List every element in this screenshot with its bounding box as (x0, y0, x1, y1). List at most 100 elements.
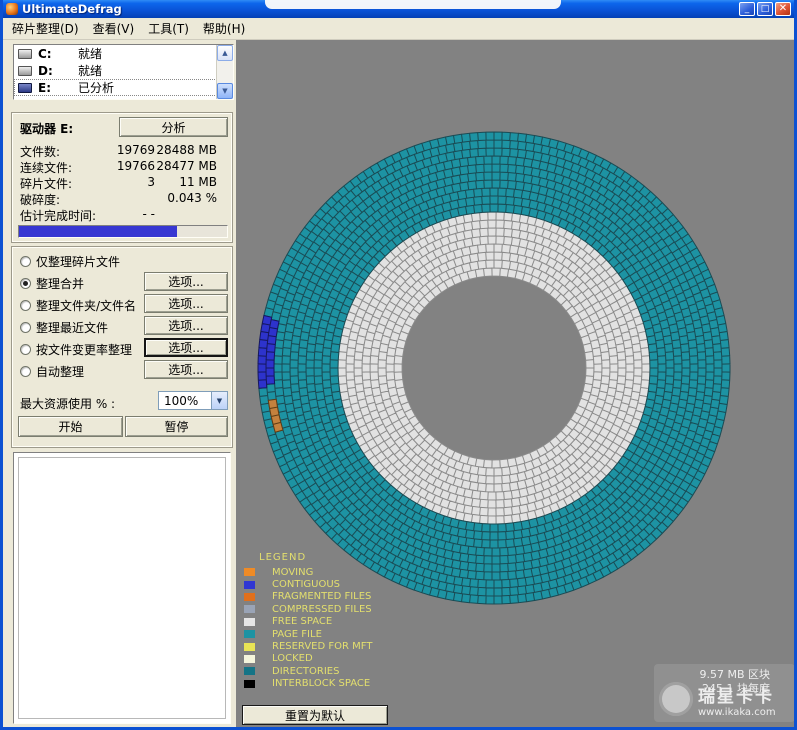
radio-icon[interactable] (20, 344, 31, 355)
blocks-per-degree-text: 245.1 块每度 (699, 682, 770, 696)
stat-count: - - (102, 207, 155, 221)
analyze-button[interactable]: 分析 (119, 117, 228, 137)
legend-swatch-moving (244, 568, 255, 576)
legend-title: LEGEND (259, 552, 372, 563)
legend-swatch-contiguous (244, 581, 255, 589)
stat-size: 0.043 % (155, 191, 217, 205)
arrow-down-icon: ▼ (222, 87, 227, 95)
legend-item-page-file: PAGE FILE (244, 628, 372, 640)
stat-row-files: 文件数: 19769 28488 MB (20, 143, 224, 158)
legend-swatch-free-space (244, 618, 255, 626)
log-listbox[interactable] (13, 452, 231, 724)
legend-item-mft: RESERVED FOR MFT (244, 640, 372, 652)
radio-label: 整理文件夹/文件名 (36, 297, 136, 314)
legend-swatch-directories (244, 667, 255, 675)
close-button[interactable]: ✕ (775, 2, 791, 16)
menu-item-defrag[interactable]: 碎片整理(D) (5, 17, 86, 40)
disk-view-panel: LEGEND MOVING CONTIGUOUS FRAGMENTED FILE… (236, 40, 794, 727)
pause-button[interactable]: 暂停 (125, 416, 228, 437)
radio-icon[interactable] (20, 322, 31, 333)
legend-label: PAGE FILE (272, 629, 322, 640)
drive-letter: D: (38, 64, 72, 78)
app-icon (6, 3, 18, 15)
drive-icon (18, 49, 32, 59)
legend-item-fragmented: FRAGMENTED FILES (244, 591, 372, 603)
window-title: UltimateDefrag (22, 2, 122, 16)
radio-label: 整理合并 (36, 275, 84, 292)
radio-volatility[interactable]: 按文件变更率整理 (20, 341, 132, 357)
minimize-icon: _ (745, 5, 750, 14)
menu-item-view[interactable]: 查看(V) (86, 17, 142, 40)
drive-list[interactable]: C: 就绪 D: 就绪 E: 已分析 ▲ ▼ (13, 44, 234, 100)
stat-label: 估计完成时间: (20, 207, 96, 224)
legend-item-locked: LOCKED (244, 653, 372, 665)
window-controls: _ □ ✕ (739, 2, 791, 16)
radio-label: 仅整理碎片文件 (36, 253, 120, 270)
stat-label: 连续文件: (20, 159, 72, 176)
dropdown-arrow-icon[interactable]: ▼ (211, 392, 227, 409)
maximize-button[interactable]: □ (757, 2, 773, 16)
radio-auto[interactable]: 自动整理 (20, 363, 84, 379)
legend-item-directories: DIRECTORIES (244, 665, 372, 677)
legend-label: LOCKED (272, 653, 313, 664)
radio-fragmented-only[interactable]: 仅整理碎片文件 (20, 253, 120, 269)
stat-count: 3 (102, 175, 155, 189)
options-button-consolidate[interactable]: 选项... (144, 272, 228, 291)
drive-icon (18, 83, 32, 93)
legend-swatch-compressed (244, 605, 255, 613)
radio-folder-filename[interactable]: 整理文件夹/文件名 (20, 297, 136, 313)
legend-swatch-interblock (244, 680, 255, 688)
stat-label: 文件数: (20, 143, 60, 160)
titlebar: UltimateDefrag _ □ ✕ (3, 0, 794, 18)
watermark-logo-icon (659, 682, 693, 716)
radio-recency[interactable]: 整理最近文件 (20, 319, 108, 335)
menu-item-help[interactable]: 帮助(H) (196, 17, 252, 40)
legend-label: FREE SPACE (272, 616, 332, 627)
drive-status: 就绪 (78, 62, 102, 79)
reset-default-button[interactable]: 重置为默认 (242, 705, 388, 725)
options-button-recency[interactable]: 选项... (144, 316, 228, 335)
stat-row-fragmentation: 破碎度: 0.043 % (20, 191, 224, 206)
legend-label: MOVING (272, 567, 313, 578)
legend-label: FRAGMENTED FILES (272, 591, 371, 602)
legend-item-moving: MOVING (244, 566, 372, 578)
scroll-up-button[interactable]: ▲ (217, 45, 233, 61)
drive-row-d[interactable]: D: 就绪 (14, 62, 233, 79)
start-button[interactable]: 开始 (18, 416, 123, 437)
menu-item-tools[interactable]: 工具(T) (141, 17, 196, 40)
radio-icon[interactable] (20, 300, 31, 311)
block-info: 9.57 MB 区块 245.1 块每度 (699, 668, 770, 696)
drive-row-c[interactable]: C: 就绪 (14, 45, 233, 62)
menu-bar: 碎片整理(D) 查看(V) 工具(T) 帮助(H) (3, 18, 794, 40)
radio-icon[interactable] (20, 256, 31, 267)
drive-row-e[interactable]: E: 已分析 (14, 79, 233, 96)
scroll-down-button[interactable]: ▼ (217, 83, 233, 99)
drive-status: 已分析 (78, 79, 114, 96)
options-button-volatility[interactable]: 选项... (144, 338, 228, 357)
combo-value: 100% (159, 394, 211, 408)
resource-usage-combo[interactable]: 100% ▼ (158, 391, 228, 410)
legend-swatch-locked (244, 655, 255, 663)
progress-fill (19, 226, 177, 237)
radio-label: 整理最近文件 (36, 319, 108, 336)
stat-label: 碎片文件: (20, 175, 72, 192)
stat-size: 28488 MB (155, 143, 217, 157)
stat-size: 11 MB (155, 175, 217, 189)
stat-label: 破碎度: (20, 191, 60, 208)
stat-count: 19769 (102, 143, 155, 157)
control-panel: C: 就绪 D: 就绪 E: 已分析 ▲ ▼ (3, 40, 236, 727)
stat-row-contiguous: 连续文件: 19766 28477 MB (20, 159, 224, 174)
options-button-folder-filename[interactable]: 选项... (144, 294, 228, 313)
radio-label: 自动整理 (36, 363, 84, 380)
drive-list-scrollbar[interactable]: ▲ ▼ (216, 45, 233, 99)
close-icon: ✕ (779, 4, 787, 14)
watermark-url: www.ikaka.com (698, 707, 776, 718)
resource-usage-label: 最大资源使用 % : (20, 395, 115, 412)
arrow-up-icon: ▲ (222, 49, 227, 57)
options-button-auto[interactable]: 选项... (144, 360, 228, 379)
app-window: UltimateDefrag _ □ ✕ 碎片整理(D) 查看(V) 工具(T)… (0, 0, 797, 730)
radio-consolidate[interactable]: 整理合并 (20, 275, 84, 291)
minimize-button[interactable]: _ (739, 2, 755, 16)
radio-icon[interactable] (20, 366, 31, 377)
radio-icon-selected[interactable] (20, 278, 31, 289)
